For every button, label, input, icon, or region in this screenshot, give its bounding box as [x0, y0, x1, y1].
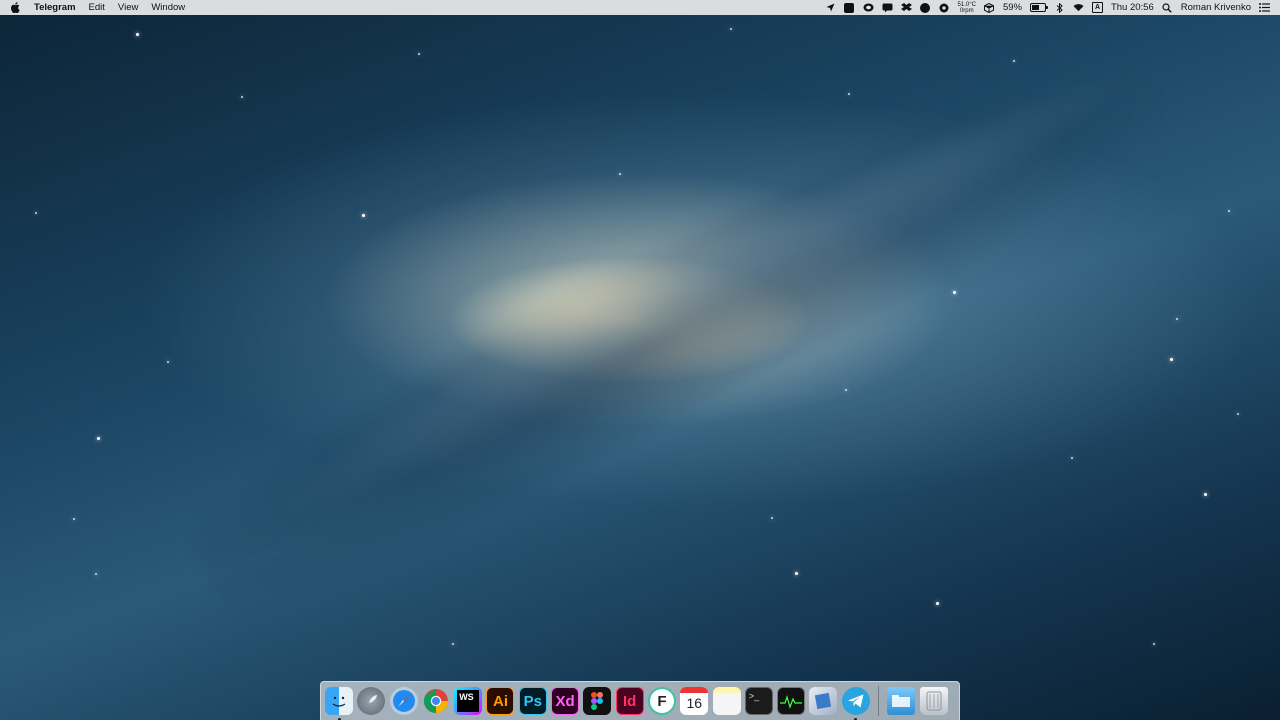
safari-compass-icon[interactable] — [389, 687, 418, 715]
star — [1204, 493, 1207, 496]
launchpad-rocket-icon[interactable] — [357, 687, 386, 715]
battery-icon[interactable] — [1029, 3, 1048, 12]
location-arrow-icon[interactable] — [825, 2, 836, 13]
star — [1153, 643, 1155, 645]
webstorm-label: WS — [457, 690, 480, 712]
terminal-icon[interactable]: >_ — [744, 687, 773, 715]
star — [418, 53, 420, 55]
battery-percent[interactable]: 59% — [1003, 2, 1022, 13]
dock: WS Ai Ps Xd Id F 16 >_ — [320, 681, 960, 720]
input-source-icon[interactable]: A — [1091, 2, 1103, 13]
star — [1170, 358, 1173, 361]
star — [619, 173, 621, 175]
downloads-folder-icon[interactable] — [887, 687, 916, 715]
photoshop-icon[interactable]: Ps — [518, 687, 547, 715]
activity-monitor-icon[interactable] — [777, 687, 806, 715]
menu-bar-right: 51.0°C 0rpm 59% A Thu 20:56 Roman Kriven… — [825, 2, 1270, 14]
apple-menu-icon[interactable] — [10, 2, 20, 14]
star — [97, 437, 100, 440]
star — [35, 212, 37, 214]
creative-cloud-icon[interactable] — [863, 2, 874, 13]
star — [73, 518, 75, 520]
star — [1176, 318, 1178, 320]
webstorm-icon[interactable]: WS — [454, 687, 483, 715]
menu-window[interactable]: Window — [151, 0, 185, 15]
fan-speed: 0rpm — [959, 7, 974, 14]
cube-icon[interactable] — [984, 2, 995, 13]
dropbox-icon[interactable] — [900, 2, 912, 13]
star — [136, 33, 139, 36]
menu-edit[interactable]: Edit — [89, 0, 105, 15]
menu-view[interactable]: View — [118, 0, 138, 15]
adobe-xd-icon[interactable]: Xd — [551, 687, 580, 715]
wallpaper-galaxy-glow — [251, 36, 1149, 554]
menu-bar: Telegram Edit View Window 51.0°C 0rpm 59… — [0, 0, 1280, 15]
star — [1228, 210, 1230, 212]
menu-app-name[interactable]: Telegram — [34, 0, 76, 15]
calendar-day: 16 — [686, 695, 703, 711]
star — [845, 389, 847, 391]
notes-icon[interactable] — [712, 687, 741, 715]
clock[interactable]: Thu 20:56 — [1111, 2, 1154, 13]
finder-icon[interactable] — [325, 687, 353, 720]
wifi-icon[interactable] — [1073, 2, 1084, 13]
fontbase-icon[interactable]: F — [647, 687, 676, 715]
star — [771, 517, 773, 519]
star — [936, 602, 939, 605]
preview-icon[interactable] — [809, 687, 838, 715]
star — [953, 291, 956, 294]
battery-fill — [1031, 5, 1040, 10]
chrome-browser-icon[interactable] — [422, 687, 450, 715]
temperature-readout[interactable]: 51.0°C 0rpm — [958, 2, 976, 14]
illustrator-icon[interactable]: Ai — [486, 687, 515, 715]
wallpaper-galaxy-dust — [161, 0, 1219, 641]
star — [795, 572, 798, 575]
telegram-tray-icon[interactable] — [920, 2, 931, 13]
spotlight-search-icon[interactable] — [1162, 2, 1173, 13]
star — [1237, 413, 1239, 415]
star — [848, 93, 850, 95]
castle-app-icon[interactable] — [844, 2, 855, 13]
gear-tray-icon[interactable] — [939, 2, 950, 13]
notification-center-icon[interactable] — [1259, 2, 1270, 13]
telegram-app-icon[interactable] — [841, 687, 870, 720]
star — [1013, 60, 1015, 62]
star — [362, 214, 365, 217]
dock-separator — [878, 686, 880, 716]
bluetooth-icon[interactable] — [1054, 2, 1065, 13]
calendar-icon[interactable]: 16 — [680, 687, 709, 715]
star — [241, 96, 243, 98]
star — [730, 28, 732, 30]
star — [95, 573, 97, 575]
figma-icon[interactable] — [583, 687, 612, 715]
star — [1071, 457, 1073, 459]
trash-icon[interactable] — [919, 687, 948, 715]
star — [167, 361, 169, 363]
notification-bubble-icon[interactable] — [882, 2, 893, 13]
menu-bar-left: Telegram Edit View Window — [10, 0, 198, 15]
indesign-icon[interactable]: Id — [615, 687, 644, 715]
user-name[interactable]: Roman Krivenko — [1181, 2, 1251, 13]
star — [452, 643, 454, 645]
